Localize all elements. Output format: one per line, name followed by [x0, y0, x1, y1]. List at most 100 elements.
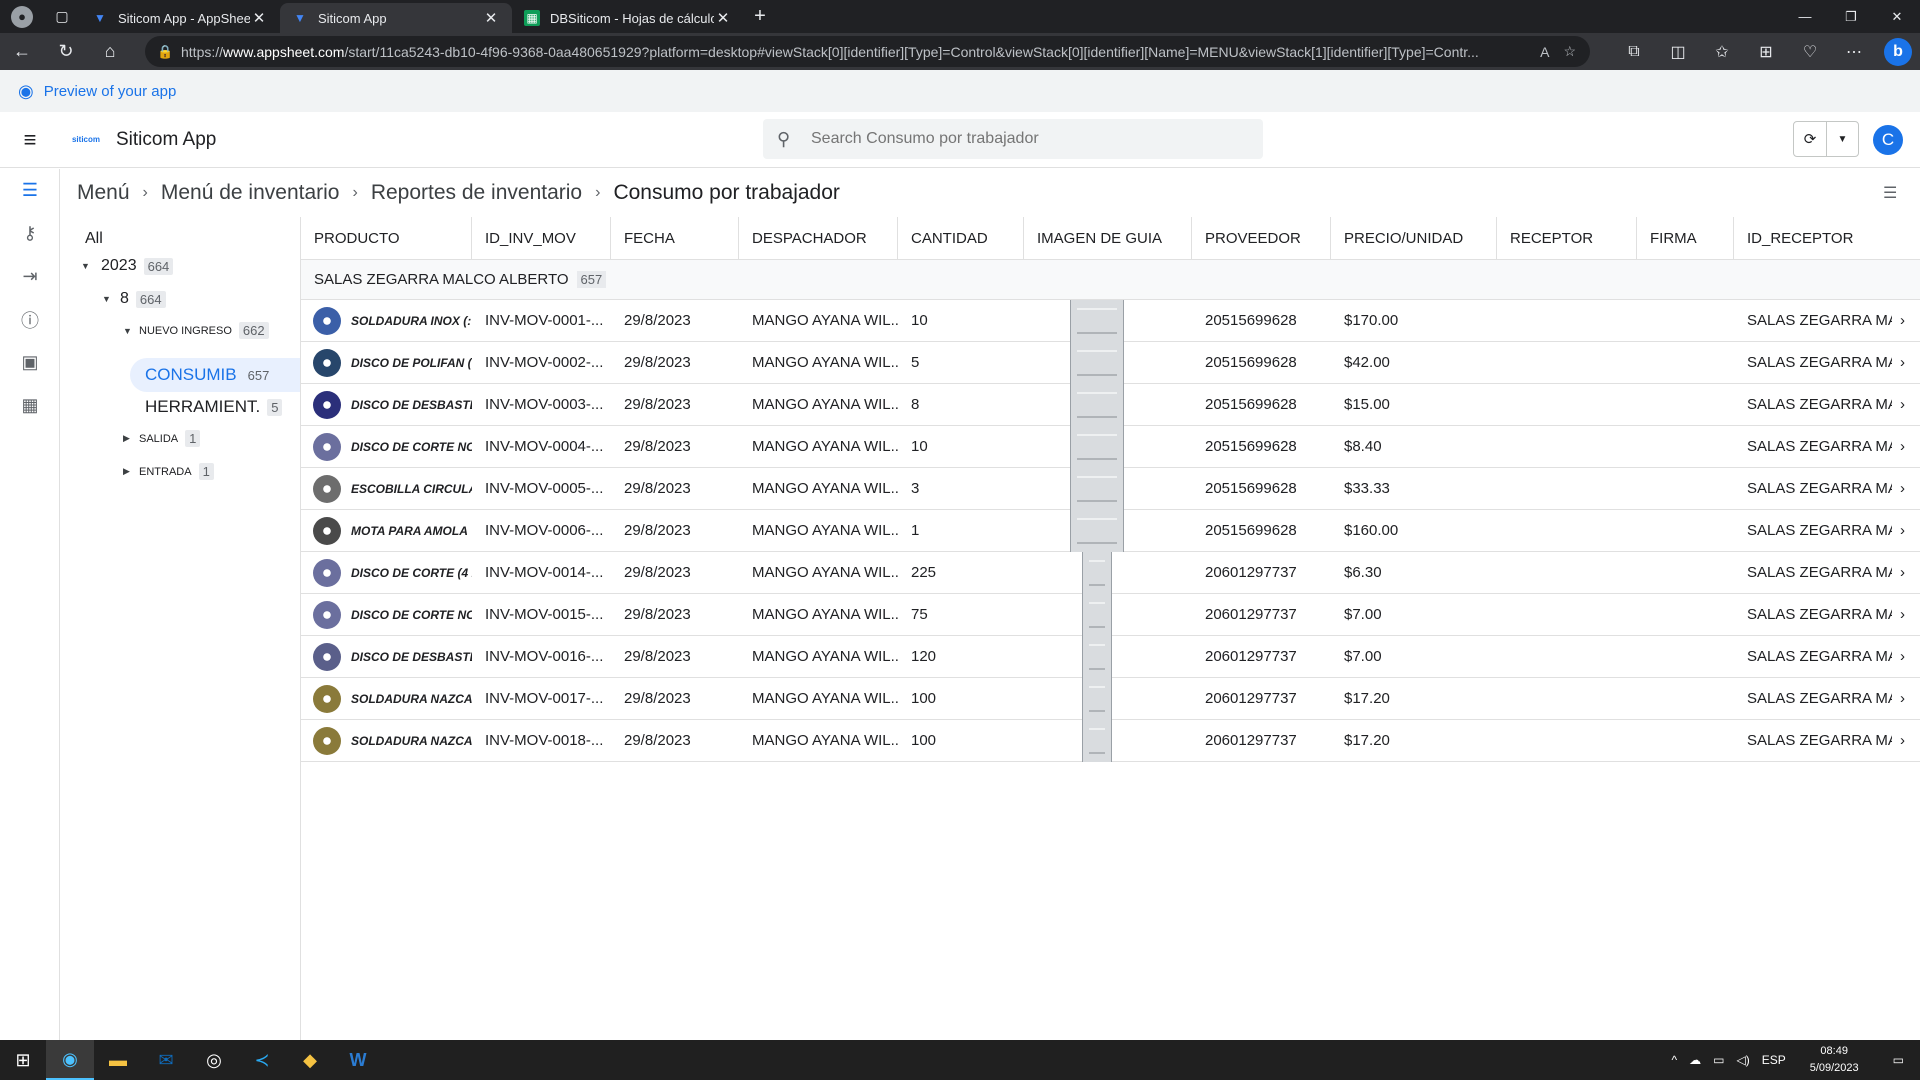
product-thumbnail[interactable]	[313, 600, 341, 629]
tab-actions-button[interactable]: ▢	[44, 0, 80, 33]
breadcrumb-menu[interactable]: Menú	[77, 181, 130, 205]
windows-start-icon[interactable]: ⊞	[0, 1040, 46, 1080]
product-thumbnail[interactable]	[313, 432, 341, 461]
caret-right-icon[interactable]: ▶	[123, 433, 137, 444]
tree-item-herramient[interactable]: HERRAMIENT. 5	[145, 397, 283, 417]
guide-image-thumbnail[interactable]	[1082, 719, 1112, 762]
sync-icon[interactable]: ⟳	[1794, 122, 1826, 156]
table-row[interactable]: DISCO DE DESBASTE INV-MOV-0016-... 29/8/20…	[301, 635, 1920, 678]
menu-icon[interactable]: ≡	[0, 127, 60, 153]
chevron-down-icon[interactable]: ▼	[1826, 122, 1858, 156]
chevron-right-icon[interactable]: ›	[1900, 438, 1905, 455]
column-header[interactable]: PROVEEDOR	[1192, 216, 1331, 260]
table-row[interactable]: DISCO DE CORTE NO INV-MOV-0015-... 29/8/20…	[301, 593, 1920, 636]
column-header[interactable]: DESPACHADOR	[739, 216, 898, 260]
table-row[interactable]: MOTA PARA AMOLA INV-MOV-0006-... 29/8/2023…	[301, 509, 1920, 552]
caret-down-icon[interactable]: ▼	[123, 326, 137, 336]
breadcrumb-menu-inventario[interactable]: Menú de inventario	[161, 181, 340, 205]
profile-button[interactable]: ●	[0, 0, 44, 33]
product-thumbnail[interactable]	[313, 516, 341, 545]
table-row[interactable]: DISCO DE CORTE (4 1 INV-MOV-0014-... 29/8/…	[301, 551, 1920, 594]
onedrive-icon[interactable]: ☁	[1683, 1053, 1707, 1067]
column-header[interactable]: FIRMA	[1637, 216, 1734, 260]
network-icon[interactable]: ▭	[1707, 1053, 1730, 1067]
notifications-icon[interactable]: ▭	[1877, 1053, 1920, 1067]
language-indicator[interactable]: ESP	[1756, 1053, 1792, 1067]
browser-tab-3[interactable]: ▦ DBSiticom - Hojas de cálculo de ✕	[512, 3, 744, 33]
python-icon[interactable]: ◆	[286, 1040, 334, 1080]
guide-image-thumbnail[interactable]	[1070, 425, 1124, 468]
column-header[interactable]: IMAGEN DE GUIA	[1024, 216, 1192, 260]
tree-item-salida[interactable]: ▶ SALIDA 1	[123, 430, 201, 447]
url-field[interactable]: 🔒 https://www.appsheet.com/start/11ca524…	[145, 36, 1590, 67]
minimize-icon[interactable]: —	[1782, 0, 1828, 33]
read-aloud-icon[interactable]: A	[1540, 44, 1549, 60]
table-row[interactable]: DISCO DE CORTE NO INV-MOV-0004-... 29/8/20…	[301, 425, 1920, 468]
settings-more-icon[interactable]: ⋯	[1832, 33, 1876, 70]
vscode-icon[interactable]: ≺	[238, 1040, 286, 1080]
close-icon[interactable]: ✕	[482, 9, 500, 27]
extensions-icon[interactable]: ⧉	[1612, 33, 1656, 70]
guide-image-thumbnail[interactable]	[1082, 677, 1112, 720]
guide-image-thumbnail[interactable]	[1070, 299, 1124, 342]
product-thumbnail[interactable]	[313, 642, 341, 671]
product-thumbnail[interactable]	[313, 684, 341, 713]
chevron-right-icon[interactable]: ›	[1900, 396, 1905, 413]
product-thumbnail[interactable]	[313, 306, 341, 335]
column-header[interactable]: PRODUCTO	[301, 216, 472, 260]
tree-item-consumib[interactable]: CONSUMIB 657	[145, 365, 273, 385]
split-screen-icon[interactable]: ◫	[1656, 33, 1700, 70]
info-icon[interactable]: ⓘ	[0, 298, 60, 341]
steam-icon[interactable]: ◎	[190, 1040, 238, 1080]
guide-image-thumbnail[interactable]	[1070, 383, 1124, 426]
chevron-right-icon[interactable]: ›	[1900, 732, 1905, 749]
url-text[interactable]: https://www.appsheet.com/start/11ca5243-…	[181, 44, 1526, 60]
product-thumbnail[interactable]	[313, 474, 341, 503]
file-explorer-icon[interactable]: ▬	[94, 1040, 142, 1080]
browser-essentials-icon[interactable]: ♡	[1788, 33, 1832, 70]
browser-tab-2[interactable]: ▼ Siticom App ✕	[280, 3, 512, 33]
user-avatar[interactable]: C	[1873, 125, 1903, 155]
tree-item-year[interactable]: ▼ 2023 664	[81, 257, 174, 275]
feedback-icon[interactable]: ▣	[0, 341, 60, 384]
volume-icon[interactable]: ◁)	[1730, 1053, 1755, 1067]
caret-down-icon[interactable]: ▼	[102, 294, 116, 304]
chevron-right-icon[interactable]: ›	[1900, 606, 1905, 623]
column-header[interactable]: PRECIO/UNIDAD	[1331, 216, 1497, 260]
tree-item-month[interactable]: ▼ 8 664	[102, 290, 166, 308]
breadcrumb-reportes[interactable]: Reportes de inventario	[371, 181, 582, 205]
chevron-right-icon[interactable]: ›	[1900, 522, 1905, 539]
product-thumbnail[interactable]	[313, 390, 341, 419]
column-header[interactable]: FECHA	[611, 216, 739, 260]
guide-image-thumbnail[interactable]	[1082, 551, 1112, 594]
guide-image-thumbnail[interactable]	[1082, 635, 1112, 678]
tree-item-all[interactable]: All	[85, 230, 103, 248]
key-icon[interactable]: ⚷	[0, 212, 60, 255]
column-header[interactable]: ID_RECEPTOR	[1734, 217, 1920, 260]
group-header-row[interactable]: SALAS ZEGARRA MALCO ALBERTO 657	[301, 260, 1920, 300]
back-icon[interactable]: ←	[0, 33, 44, 70]
home-icon[interactable]: ⌂	[88, 33, 132, 70]
close-icon[interactable]: ✕	[250, 9, 268, 27]
guide-image-thumbnail[interactable]	[1070, 509, 1124, 552]
caret-right-icon[interactable]: ▶	[123, 466, 137, 477]
close-icon[interactable]: ✕	[714, 9, 732, 27]
chevron-right-icon[interactable]: ›	[1900, 690, 1905, 707]
tree-item-nuevo-ingreso[interactable]: ▼ NUEVO INGRESO 662	[123, 322, 269, 339]
caret-down-icon[interactable]: ▼	[81, 261, 95, 271]
column-header[interactable]: ID_INV_MOV	[472, 216, 611, 260]
outlook-icon[interactable]: ✉	[142, 1040, 190, 1080]
clock[interactable]: 08:49 5/09/2023	[1792, 1043, 1877, 1077]
search-input[interactable]	[811, 130, 1231, 148]
guide-image-thumbnail[interactable]	[1082, 593, 1112, 636]
chevron-right-icon[interactable]: ›	[1900, 312, 1905, 329]
restore-icon[interactable]: ❐	[1828, 0, 1874, 33]
reload-icon[interactable]: ↻	[44, 33, 88, 70]
table-row[interactable]: ESCOBILLA CIRCULA INV-MOV-0005-... 29/8/20…	[301, 467, 1920, 510]
chevron-right-icon[interactable]: ›	[1900, 480, 1905, 497]
filter-icon[interactable]: ☰	[1883, 183, 1897, 203]
table-row[interactable]: DISCO DE DESBASTE INV-MOV-0003-... 29/8/20…	[301, 383, 1920, 426]
list-view-icon[interactable]: ☰	[0, 169, 60, 212]
close-window-icon[interactable]: ✕	[1874, 0, 1920, 33]
table-row[interactable]: SOLDADURA INOX (: INV-MOV-0001-... 29/8/20…	[301, 299, 1920, 342]
